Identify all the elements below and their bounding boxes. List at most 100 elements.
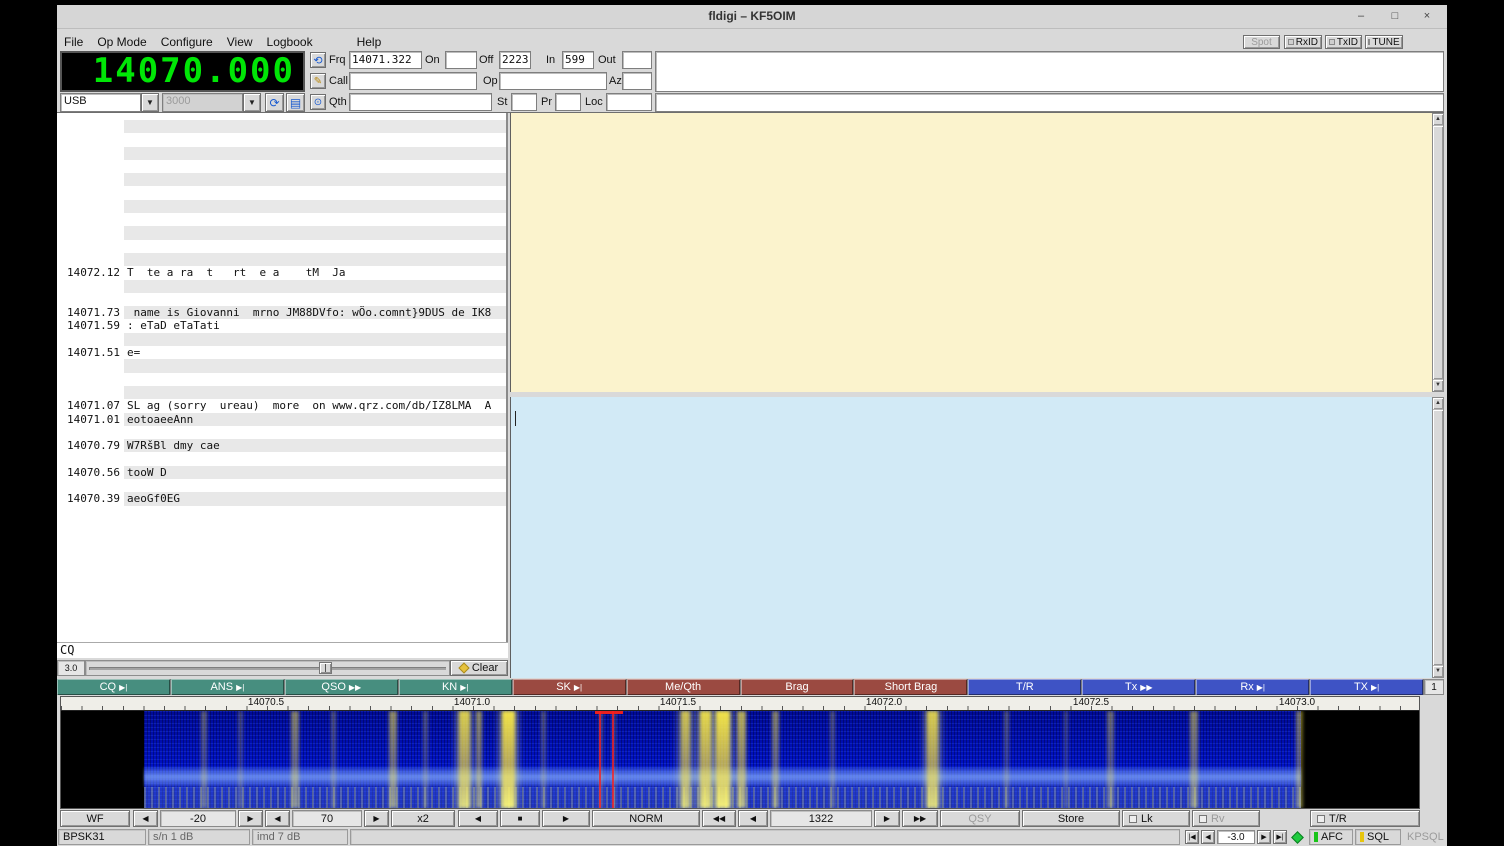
- macro-button-brag[interactable]: Brag: [741, 679, 854, 695]
- ref-level-up-button[interactable]: ▶: [238, 810, 263, 827]
- center-button[interactable]: ■: [500, 810, 540, 827]
- store-button[interactable]: Store: [1022, 810, 1120, 827]
- lock-checkbox[interactable]: Lk: [1122, 810, 1190, 827]
- transmit-receive-checkbox[interactable]: T/R: [1310, 810, 1420, 827]
- clear-qso-button[interactable]: ✎: [310, 73, 326, 89]
- txid-button[interactable]: TxID: [1325, 35, 1362, 49]
- macro-button-rx[interactable]: Rx▶|: [1196, 679, 1309, 695]
- carrier-up-button[interactable]: ▶: [874, 810, 900, 827]
- seek-left-button[interactable]: ◀◀: [702, 810, 736, 827]
- frq-field[interactable]: 14071.322: [349, 51, 422, 69]
- scroll-up-icon[interactable]: ▲: [1433, 114, 1443, 125]
- browser-row[interactable]: [57, 160, 506, 173]
- menu-help[interactable]: Help: [350, 35, 389, 49]
- tx-text-pane[interactable]: [510, 397, 1432, 678]
- browser-row[interactable]: 14070.79W7RšBl dmy cae: [57, 439, 506, 452]
- mode-status-button[interactable]: BPSK31: [58, 829, 146, 845]
- menu-logbook[interactable]: Logbook: [260, 35, 320, 49]
- qso-notes-field[interactable]: [655, 51, 1444, 92]
- nav-prev-button[interactable]: ◀: [1201, 830, 1215, 844]
- call-field[interactable]: [349, 72, 477, 90]
- browser-row[interactable]: 14070.56tooW D: [57, 466, 506, 479]
- range-up-button[interactable]: ▶: [364, 810, 389, 827]
- browser-row[interactable]: [57, 186, 506, 199]
- wf-speed-button[interactable]: NORM: [592, 810, 700, 827]
- time-off-field[interactable]: 2223: [499, 51, 531, 69]
- range-down-button[interactable]: ◀: [265, 810, 290, 827]
- loc-field[interactable]: [606, 93, 652, 111]
- scroll-right-button[interactable]: ▶: [542, 810, 590, 827]
- rx-scrollbar-thumb[interactable]: [1433, 126, 1443, 379]
- minimize-button[interactable]: –: [1350, 9, 1372, 24]
- rst-in-field[interactable]: 599: [562, 51, 594, 69]
- browser-row[interactable]: [57, 213, 506, 226]
- squelch-slider[interactable]: [85, 660, 450, 676]
- tx-scrollbar-thumb[interactable]: [1433, 410, 1443, 665]
- browser-row[interactable]: [57, 173, 506, 186]
- browser-row[interactable]: [57, 333, 506, 346]
- browser-row[interactable]: [57, 426, 506, 439]
- az-field[interactable]: [622, 72, 652, 90]
- waterfall-display[interactable]: [61, 711, 1419, 808]
- revert-frequency-button[interactable]: ⟳: [265, 93, 284, 112]
- browser-row[interactable]: [57, 293, 506, 306]
- frequency-display[interactable]: 14070.000: [60, 51, 305, 92]
- titlebar[interactable]: fldigi – KF5OIM – □ ×: [57, 5, 1447, 29]
- macro-button-qso[interactable]: QSO▶▶: [285, 679, 398, 695]
- browser-row[interactable]: [57, 359, 506, 372]
- scroll-down-icon[interactable]: ▼: [1433, 666, 1443, 677]
- macro-button-tx[interactable]: Tx▶▶: [1082, 679, 1195, 695]
- seek-right-button[interactable]: ▶▶: [902, 810, 938, 827]
- menu-file[interactable]: File: [57, 35, 90, 49]
- bandwidth-combo[interactable]: 3000 ▼: [162, 93, 261, 112]
- ref-level-down-button[interactable]: ◀: [133, 810, 158, 827]
- browser-row[interactable]: [57, 200, 506, 213]
- browser-row[interactable]: [57, 479, 506, 492]
- slider-handle[interactable]: [319, 662, 332, 674]
- browser-row[interactable]: 14071.07SL ag (sorry ureau) more on www.…: [57, 399, 506, 412]
- macro-button-short-brag[interactable]: Short Brag: [854, 679, 967, 695]
- macro-button-t-r[interactable]: T/R: [968, 679, 1081, 695]
- scroll-up-icon[interactable]: ▲: [1433, 398, 1443, 409]
- browser-row[interactable]: [57, 373, 506, 386]
- sql-toggle[interactable]: SQL: [1355, 829, 1401, 845]
- browser-row[interactable]: [57, 120, 506, 133]
- clear-browser-button[interactable]: Clear: [450, 660, 508, 676]
- nav-last-button[interactable]: ▶|: [1273, 830, 1287, 844]
- rxid-button[interactable]: RxID: [1284, 35, 1322, 49]
- macro-button-tx[interactable]: TX▶|: [1310, 679, 1423, 695]
- qth-lookup-button[interactable]: ⊙: [310, 94, 326, 110]
- browser-row[interactable]: [57, 386, 506, 399]
- qsy-button[interactable]: ⟲: [310, 52, 326, 68]
- browser-row[interactable]: 14071.51e=: [57, 346, 506, 359]
- maximize-button[interactable]: □: [1384, 9, 1406, 24]
- scroll-down-icon[interactable]: ▼: [1433, 380, 1443, 391]
- tx-scrollbar[interactable]: ▲ ▼: [1432, 397, 1444, 678]
- logbook-button[interactable]: ▤: [286, 93, 305, 112]
- browser-row[interactable]: [57, 240, 506, 253]
- browser-row[interactable]: [57, 253, 506, 266]
- mode-combo[interactable]: USB ▼: [60, 93, 159, 112]
- st-field[interactable]: [511, 93, 537, 111]
- macro-button-kn[interactable]: KN▶|: [399, 679, 512, 695]
- afc-toggle[interactable]: AFC: [1309, 829, 1353, 845]
- menu-configure[interactable]: Configure: [154, 35, 220, 49]
- macro-button-ans[interactable]: ANS▶|: [171, 679, 284, 695]
- browser-row[interactable]: 14071.73 name is Giovanni mrno JM88DVfo:…: [57, 306, 506, 319]
- browser-row[interactable]: [57, 147, 506, 160]
- wf-mode-button[interactable]: WF: [60, 810, 130, 827]
- tune-button[interactable]: TUNE: [1365, 35, 1403, 49]
- browser-row[interactable]: [57, 280, 506, 293]
- carrier-down-button[interactable]: ◀: [738, 810, 768, 827]
- rst-out-field[interactable]: [622, 51, 652, 69]
- qth-field[interactable]: [349, 93, 492, 111]
- time-on-field[interactable]: [445, 51, 477, 69]
- zoom-button[interactable]: x2: [391, 810, 455, 827]
- chevron-down-icon[interactable]: ▼: [141, 93, 159, 112]
- scroll-left-button[interactable]: ◀: [458, 810, 498, 827]
- qso-country-field[interactable]: [655, 93, 1444, 112]
- rx-text-pane[interactable]: [510, 113, 1432, 392]
- rx-scrollbar[interactable]: ▲ ▼: [1432, 113, 1444, 392]
- op-field[interactable]: [499, 72, 607, 90]
- chevron-down-icon[interactable]: ▼: [243, 93, 261, 112]
